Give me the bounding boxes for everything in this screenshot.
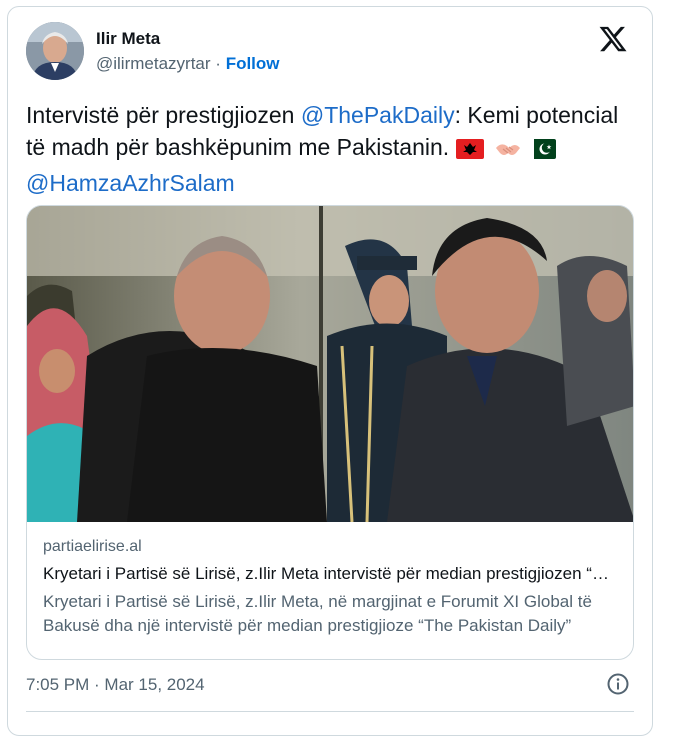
albania-flag-icon bbox=[455, 135, 484, 167]
handle[interactable]: @ilirmetazyrtar bbox=[96, 54, 211, 73]
follow-button[interactable]: Follow bbox=[226, 54, 280, 73]
divider bbox=[26, 711, 634, 712]
link-info: partiaelirise.al Kryetari i Partisë së L… bbox=[43, 536, 619, 638]
link-description: Kryetari i Partisë së Lirisë, z.Ilir Met… bbox=[43, 592, 592, 635]
handshake-icon bbox=[494, 135, 522, 167]
x-logo-icon[interactable] bbox=[598, 24, 628, 54]
mention-link[interactable]: @HamzaAzhrSalam bbox=[26, 170, 235, 196]
link-card-photo bbox=[27, 206, 633, 522]
tweet-timestamp[interactable]: 7:05 PM · Mar 15, 2024 bbox=[26, 673, 205, 697]
mention-link[interactable]: @ThePakDaily bbox=[301, 102, 455, 128]
tweet-text-part: Intervistë për prestigjiozen bbox=[26, 102, 301, 128]
tweet-header: Ilir Meta @ilirmetazyrtar · Follow bbox=[26, 22, 634, 82]
separator-dot: · bbox=[215, 54, 221, 73]
handle-line: @ilirmetazyrtar · Follow bbox=[96, 52, 280, 76]
link-card[interactable]: partiaelirise.al Kryetari i Partisë së L… bbox=[26, 205, 634, 660]
avatar[interactable] bbox=[26, 22, 84, 80]
info-icon[interactable] bbox=[606, 672, 630, 696]
pakistan-flag-icon bbox=[525, 135, 556, 167]
tweet-card[interactable]: Ilir Meta @ilirmetazyrtar · Follow Inter… bbox=[7, 6, 653, 736]
display-name[interactable]: Ilir Meta bbox=[96, 28, 280, 50]
link-domain: partiaelirise.al bbox=[43, 538, 142, 555]
link-title: Kryetari i Partisë së Lirisë, z.Ilir Met… bbox=[43, 564, 619, 583]
author-block: Ilir Meta @ilirmetazyrtar · Follow bbox=[96, 28, 280, 76]
tweet-text: Intervistë për prestigjiozen @ThePakDail… bbox=[26, 99, 638, 199]
